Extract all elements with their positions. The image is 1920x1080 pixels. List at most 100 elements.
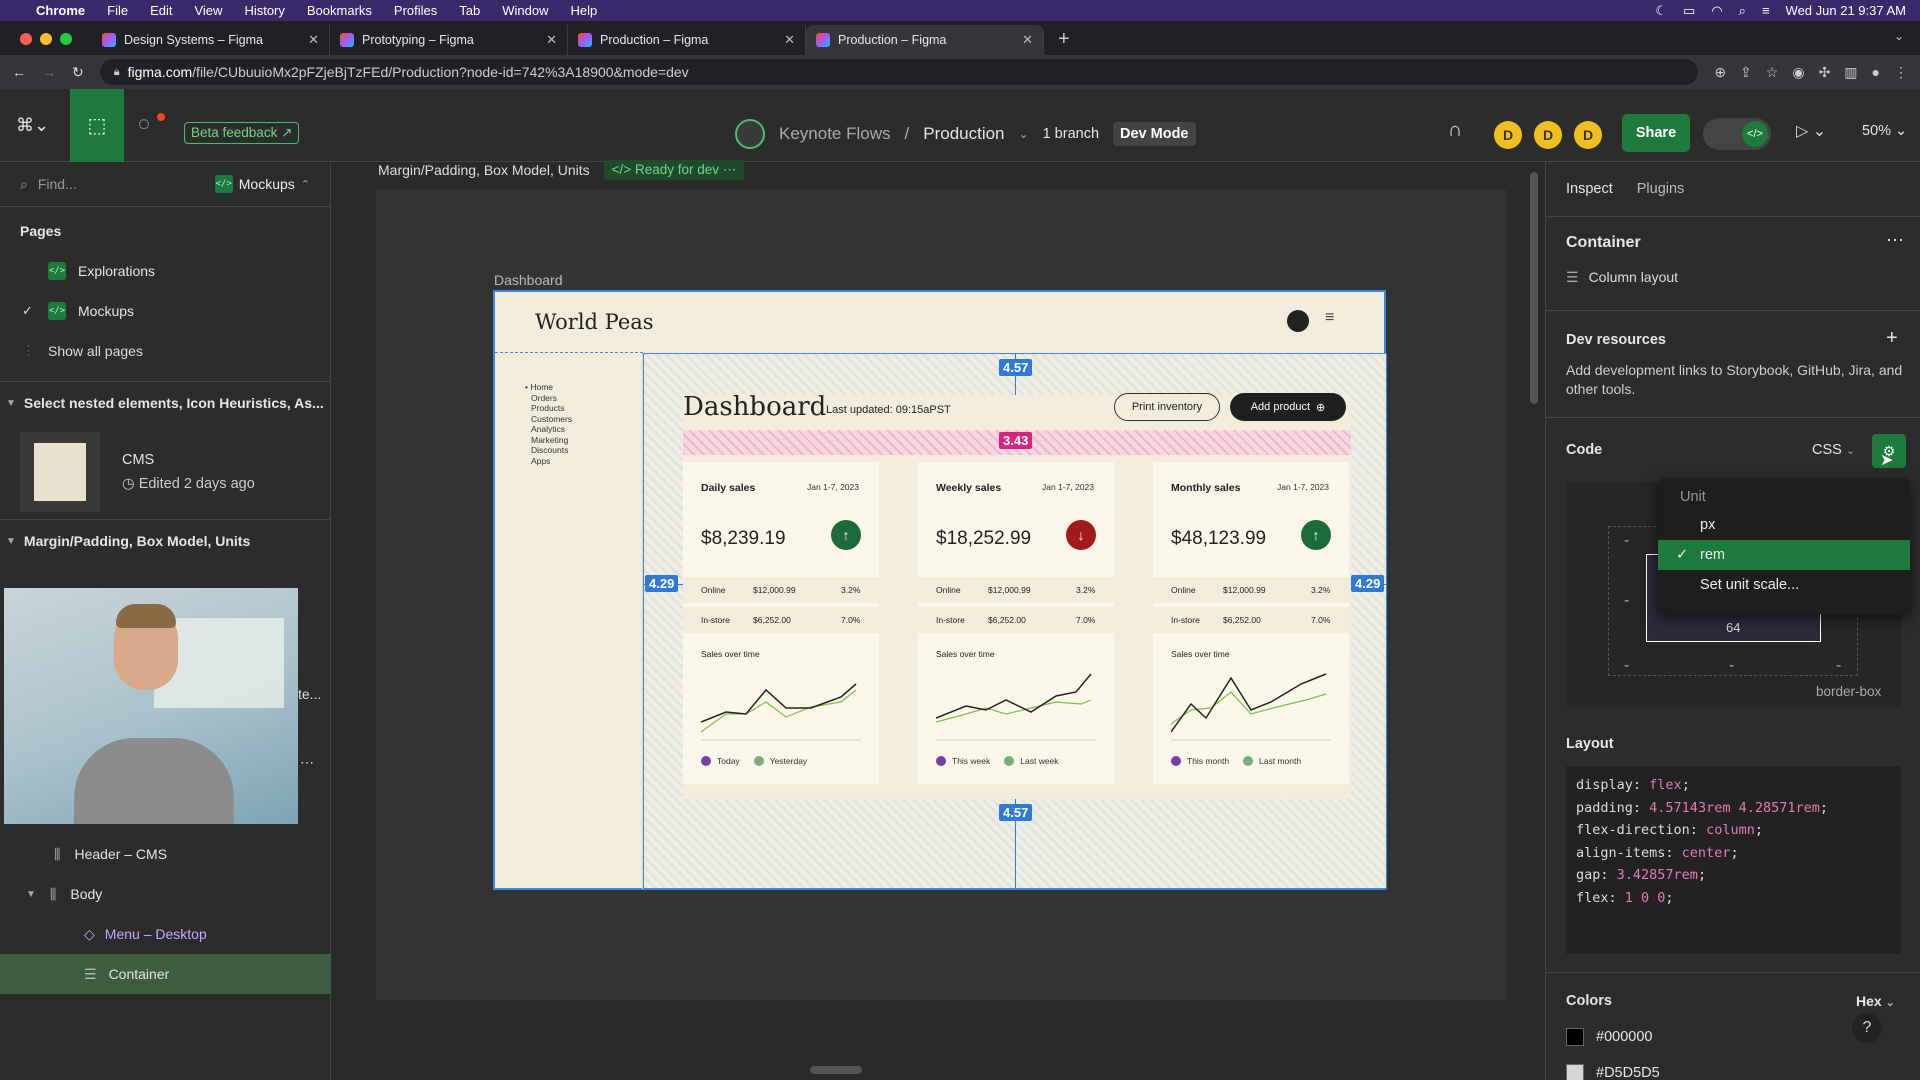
extension-icon[interactable]: ◉ — [1792, 64, 1804, 81]
cms-frame-row[interactable]: CMS ◷ Edited 2 days ago — [0, 424, 330, 519]
layer-header-cms[interactable]: ⫼ Header – CMS — [0, 834, 331, 874]
show-all-pages[interactable]: ⋮ Show all pages — [0, 331, 330, 371]
control-center-icon[interactable]: ≡ — [1762, 3, 1770, 18]
online-row: Online $12,000.99 3.2% — [683, 577, 879, 603]
page-item-mockups[interactable]: ✓ </> Mockups — [0, 291, 330, 331]
page-item-explorations[interactable]: </> Explorations — [0, 251, 330, 291]
more-icon[interactable]: ⋯ — [300, 754, 314, 771]
legend-dot — [936, 756, 946, 766]
ready-for-dev-badge[interactable]: </> Ready for dev ⋯ — [603, 160, 745, 180]
color-swatch-row[interactable]: #D5D5D5 — [1566, 1064, 1660, 1080]
browser-tab[interactable]: Production – Figma ✕ — [568, 25, 806, 55]
new-tab-icon[interactable]: + — [1058, 28, 1070, 51]
reload-icon[interactable]: ↻ — [72, 64, 84, 81]
avatar[interactable]: D — [1534, 121, 1562, 149]
css-code-block[interactable]: display: flex; padding: 4.57143rem 4.285… — [1566, 766, 1901, 954]
page-select[interactable]: </> Mockups ⌃ — [214, 175, 310, 193]
bookmark-star-icon[interactable]: ☆ — [1766, 64, 1779, 81]
menu-help[interactable]: Help — [571, 3, 598, 18]
branch-label[interactable]: 1 branch — [1043, 126, 1099, 142]
clock-text[interactable]: Wed Jun 21 9:37 AM — [1786, 3, 1906, 18]
avatar[interactable]: D — [1574, 121, 1602, 149]
dev-mode-toggle[interactable]: </> — [1703, 118, 1771, 150]
forward-icon[interactable]: → — [42, 64, 56, 80]
tab-plugins[interactable]: Plugins — [1637, 181, 1685, 197]
file-name[interactable]: Production — [923, 124, 1004, 144]
share-button[interactable]: Share — [1622, 114, 1690, 152]
menu-file[interactable]: File — [107, 3, 128, 18]
profile-icon[interactable]: ● — [1872, 64, 1880, 81]
mac-menubar: Chrome File Edit View History Bookmarks … — [0, 0, 1920, 21]
unit-option-set-scale[interactable]: Set unit scale... — [1658, 570, 1910, 600]
minimize-window-button[interactable] — [40, 33, 52, 45]
avatar[interactable]: D — [1494, 121, 1522, 149]
chart-legend: This month Last month — [1171, 756, 1301, 766]
menu-profiles[interactable]: Profiles — [394, 3, 437, 18]
dev-mode-badge[interactable]: Dev Mode — [1113, 122, 1196, 146]
menu-view[interactable]: View — [194, 3, 222, 18]
artboard-label[interactable]: Dashboard — [494, 272, 563, 288]
tab-inspect[interactable]: Inspect — [1566, 181, 1613, 197]
comment-icon[interactable]: ◌ — [138, 113, 150, 136]
menu-bookmarks[interactable]: Bookmarks — [307, 3, 372, 18]
css-line: align-items: center; — [1576, 844, 1739, 861]
sidebar-icon[interactable]: ▥ — [1844, 64, 1857, 81]
close-window-button[interactable] — [20, 33, 32, 45]
close-tab-icon[interactable]: ✕ — [784, 32, 795, 48]
spotlight-icon[interactable]: ⌕ — [1739, 3, 1746, 19]
zoom-icon[interactable]: ⊕ — [1714, 64, 1726, 81]
section-header[interactable]: ▼ Select nested elements, Icon Heuristics… — [0, 382, 330, 424]
color-swatch — [1566, 1028, 1584, 1046]
color-swatch-row[interactable]: #000000 — [1566, 1028, 1652, 1046]
puzzle-icon[interactable]: ✣ — [1819, 64, 1831, 81]
close-tab-icon[interactable]: ✕ — [546, 32, 557, 48]
present-play-icon[interactable]: ▷ ⌄ — [1796, 121, 1826, 141]
add-resource-icon[interactable]: + — [1886, 327, 1898, 350]
color-format-select[interactable]: Hex ⌄ — [1856, 993, 1895, 1009]
vertical-scrollbar[interactable] — [1530, 172, 1538, 404]
unit-option-px[interactable]: px — [1658, 510, 1910, 540]
headphones-icon[interactable]: ∩ — [1448, 119, 1462, 142]
close-tab-icon[interactable]: ✕ — [1022, 32, 1033, 48]
menu-tab[interactable]: Tab — [459, 3, 480, 18]
more-icon[interactable]: ⋯ — [1886, 230, 1904, 251]
colors-title: Colors — [1566, 993, 1612, 1009]
battery-icon[interactable]: ▭ — [1683, 3, 1695, 19]
code-lang-select[interactable]: CSS ⌄ — [1812, 442, 1855, 458]
browser-tab-active[interactable]: Production – Figma ✕ — [806, 25, 1044, 55]
search-icon: ⌕ — [20, 175, 28, 192]
inspect-tool-button[interactable]: ⬚ — [70, 89, 124, 162]
frame-name[interactable]: Margin/Padding, Box Model, Units — [378, 162, 590, 178]
zoom-level[interactable]: 50% ⌄ — [1862, 123, 1907, 139]
share-page-icon[interactable]: ⇪ — [1740, 64, 1752, 81]
menu-window[interactable]: Window — [502, 3, 548, 18]
sales-line-chart — [701, 683, 861, 741]
browser-tab[interactable]: Prototyping – Figma ✕ — [330, 25, 568, 55]
wifi-icon[interactable]: ◠ — [1711, 3, 1722, 19]
layer-container[interactable]: ☰ Container — [0, 954, 331, 994]
menubar-app[interactable]: Chrome — [36, 3, 85, 18]
chevron-down-icon[interactable]: ⌄ — [1019, 127, 1029, 141]
header-divider — [495, 352, 643, 353]
menu-history[interactable]: History — [244, 3, 284, 18]
layer-body[interactable]: ▼ ⫼ Body — [0, 874, 331, 914]
close-tab-icon[interactable]: ✕ — [308, 32, 319, 48]
horizontal-scrollbar[interactable] — [810, 1066, 862, 1074]
url-field[interactable]: 🔒︎ figma.com/file/CUbuuioMx2pFZjeBjTzFEd… — [99, 59, 1699, 85]
menu-edit[interactable]: Edit — [150, 3, 172, 18]
help-button[interactable]: ? — [1852, 1013, 1882, 1043]
beta-feedback-button[interactable]: Beta feedback ↗ — [184, 122, 300, 144]
section-header[interactable]: ▼ Margin/Padding, Box Model, Units — [0, 520, 330, 562]
find-input[interactable]: Find... — [38, 176, 77, 192]
project-name[interactable]: Keynote Flows — [779, 124, 891, 144]
figma-menu-icon[interactable]: ⌘⌄ — [16, 115, 49, 136]
unit-option-rem[interactable]: ✓ rem — [1658, 540, 1910, 570]
more-icon[interactable]: ⋮ — [1894, 64, 1908, 81]
browser-tab[interactable]: Design Systems – Figma ✕ — [92, 25, 330, 55]
zoom-window-button[interactable] — [60, 33, 72, 45]
dashboard-frame[interactable]: World Peas ≡ • Home Orders Products Cust… — [493, 290, 1387, 890]
tab-search-chevron-icon[interactable]: ⌄ — [1894, 29, 1904, 43]
layer-menu-desktop[interactable]: ◇ Menu – Desktop — [0, 914, 331, 954]
moon-icon[interactable]: ☾ — [1655, 3, 1667, 19]
back-icon[interactable]: ← — [12, 64, 26, 80]
